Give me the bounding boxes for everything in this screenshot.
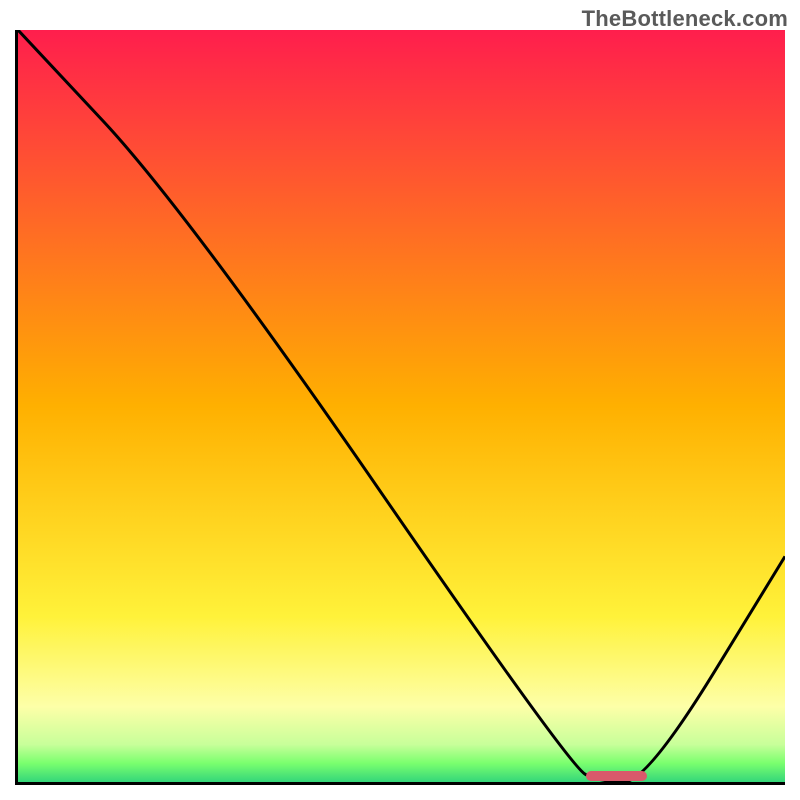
optimal-range-marker	[586, 771, 647, 781]
bottleneck-curve	[18, 30, 785, 782]
chart-plot-area	[15, 30, 785, 785]
watermark-text: TheBottleneck.com	[582, 6, 788, 32]
